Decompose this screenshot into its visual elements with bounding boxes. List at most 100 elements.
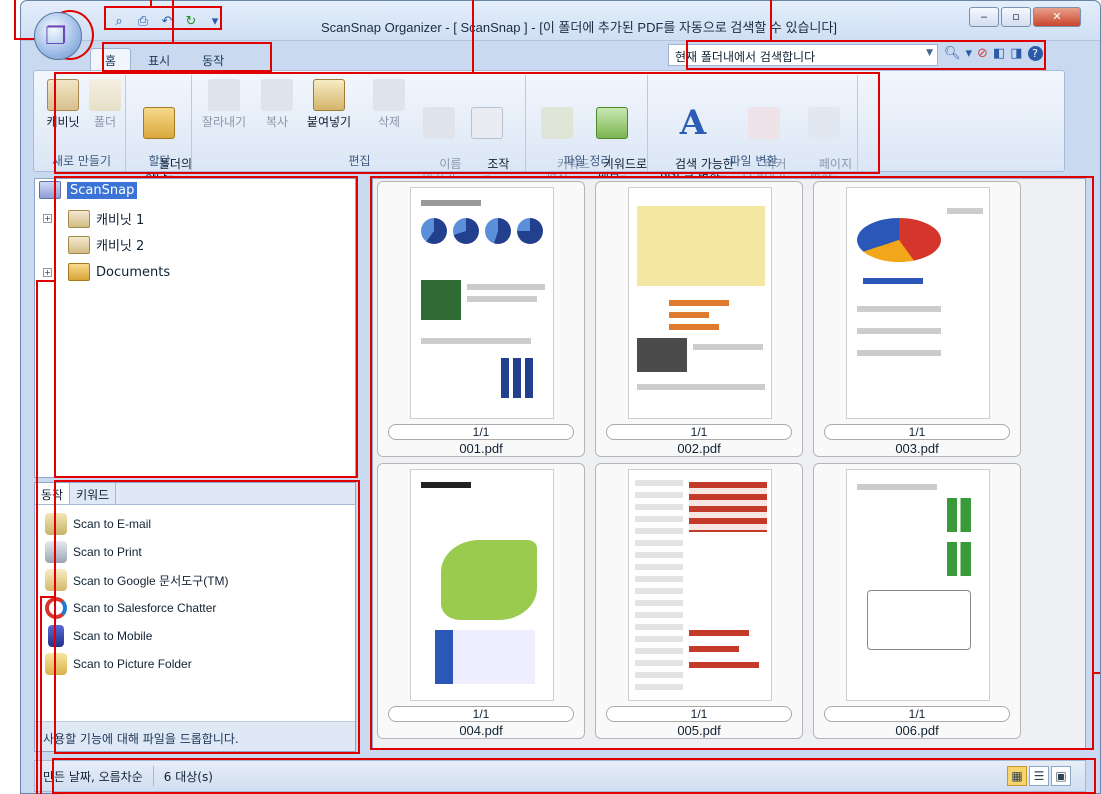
search-doc-icon[interactable]: ⌕ xyxy=(109,13,129,31)
ribbon: 캐비닛 폴더 새로 만들기 폴더의 할당▾ 할당 잘라내기 복사 붙여넣기 xyxy=(33,70,1065,185)
group-label-assign: 할당 xyxy=(148,154,171,168)
file-name: 005.pdf xyxy=(677,723,721,738)
search-options-icon[interactable]: ▾ xyxy=(966,46,973,61)
file-card[interactable]: 1/1 006.pdf xyxy=(813,463,1021,739)
copy-label: 복사 xyxy=(265,115,289,129)
help-icon[interactable]: ? xyxy=(1027,46,1043,61)
file-card[interactable]: 1/1 002.pdf xyxy=(595,181,803,457)
action-tabs: 동작 키워드 xyxy=(35,483,355,505)
status-bar: 만든 날짜, 오름차순 6 대상(s) ▦ ☰ ▣ xyxy=(34,760,1086,792)
mouse-icon xyxy=(471,107,503,139)
folder-icon xyxy=(68,263,90,281)
delete-label: 삭제 xyxy=(377,115,401,129)
tree-item-label: 캐비닛 2 xyxy=(96,239,145,254)
tab-action[interactable]: 동작 xyxy=(187,48,239,70)
new-cabinet-label: 캐비닛 xyxy=(46,115,80,129)
distribute-icon xyxy=(596,107,628,139)
ribbon-tabs: 홈 표시 동작 xyxy=(90,48,239,70)
clear-search-icon[interactable]: ⊘ xyxy=(977,46,988,61)
action-label: Scan to Mobile xyxy=(73,629,153,643)
action-pane: 동작 키워드 Scan to E-mail Scan to Print Scan… xyxy=(34,482,356,752)
title-bar: ⌕ ⎙ ↶ ↻ ▾ ScanSnap Organizer - [ ScanSna… xyxy=(21,1,1100,41)
letter-a-icon: A xyxy=(679,103,707,143)
copy-button[interactable]: 복사 xyxy=(254,79,300,129)
action-label: Scan to E-mail xyxy=(73,517,152,531)
file-name: 004.pdf xyxy=(459,723,503,738)
expand-icon[interactable]: + xyxy=(43,214,52,223)
file-card[interactable]: 1/1 004.pdf xyxy=(377,463,585,739)
tab-action-list[interactable]: 동작 xyxy=(35,483,71,504)
delete-button[interactable]: 삭제 xyxy=(366,79,412,129)
minimize-button[interactable]: ‒ xyxy=(969,7,999,27)
action-label: Scan to Print xyxy=(73,545,142,559)
cabinet-icon xyxy=(47,79,79,111)
file-name: 001.pdf xyxy=(459,441,503,456)
maximize-button[interactable]: ▫ xyxy=(1001,7,1031,27)
action-scan-to-picture-folder[interactable]: Scan to Picture Folder xyxy=(45,653,192,675)
printer-icon xyxy=(45,541,67,563)
detail-view-icon[interactable]: ▣ xyxy=(1051,766,1071,786)
file-card[interactable]: 1/1 001.pdf xyxy=(377,181,585,457)
action-label: Scan to Picture Folder xyxy=(73,657,192,671)
new-folder-label: 폴더 xyxy=(93,115,117,129)
action-label: Scan to Google 문서도구(TM) xyxy=(73,573,229,588)
action-scan-to-mobile[interactable]: Scan to Mobile xyxy=(45,625,152,647)
search-input[interactable]: 현재 폴더내에서 검색합니다 ▼ xyxy=(668,44,938,66)
ribbon-group-organize: 키워드 편집 키워드로 배분▾ 파일 정리 xyxy=(528,75,648,185)
tab-home[interactable]: 홈 xyxy=(90,48,132,70)
next-result-icon[interactable]: ◨ xyxy=(1010,46,1022,61)
cut-icon xyxy=(208,79,240,111)
file-name: 006.pdf xyxy=(895,723,939,738)
application-menu-button[interactable]: ❐ xyxy=(34,12,82,60)
tree-item-label: Documents xyxy=(96,264,171,280)
list-view-icon[interactable]: ☰ xyxy=(1029,766,1049,786)
cut-button[interactable]: 잘라내기 xyxy=(194,79,254,129)
copy-icon xyxy=(261,79,293,111)
thumbnail-view-icon[interactable]: ▦ xyxy=(1007,766,1027,786)
action-pane-hint: 사용할 기능에 대해 파일을 드롭합니다. xyxy=(35,721,355,751)
new-folder-button[interactable]: 폴더 xyxy=(82,79,128,129)
tab-keyword[interactable]: 키워드 xyxy=(70,483,117,504)
paste-button[interactable]: 붙여넣기 xyxy=(298,79,360,129)
close-button[interactable]: ✕ xyxy=(1033,7,1081,27)
tree-item-documents[interactable]: + Documents xyxy=(43,263,170,281)
file-card[interactable]: 1/1 003.pdf xyxy=(813,181,1021,457)
tree-item-scansnap[interactable]: ScanSnap xyxy=(39,181,138,199)
mobile-icon xyxy=(48,625,64,647)
page-thumbnail xyxy=(628,187,772,419)
new-cabinet-button[interactable]: 캐비닛 xyxy=(40,79,86,129)
print-icon[interactable]: ⎙ xyxy=(133,13,153,31)
action-scan-to-email[interactable]: Scan to E-mail xyxy=(45,513,151,535)
merge-icon xyxy=(808,107,840,139)
cabinet-icon xyxy=(68,209,90,228)
file-card[interactable]: 1/1 005.pdf xyxy=(595,463,803,739)
cabinet-icon xyxy=(68,235,90,254)
undo-icon[interactable]: ↶ xyxy=(157,13,177,31)
scansnap-folder-icon xyxy=(39,181,61,199)
chevron-down-icon[interactable]: ▼ xyxy=(926,48,933,58)
action-scan-to-print[interactable]: Scan to Print xyxy=(45,541,142,563)
folder-tree: ScanSnap + 캐비닛 1 캐비닛 2 + Documents xyxy=(34,178,356,478)
page-thumbnail xyxy=(628,469,772,701)
expand-icon[interactable]: + xyxy=(43,267,52,277)
group-label-convert: 파일 변환 xyxy=(729,154,778,168)
ribbon-group-assign: 폴더의 할당▾ 할당 xyxy=(128,75,192,185)
qat-more-button[interactable]: ▾ xyxy=(205,13,225,31)
trash-icon xyxy=(373,79,405,111)
marker-icon xyxy=(748,107,780,139)
page-count: 1/1 xyxy=(824,706,1010,722)
action-scan-to-google-docs[interactable]: Scan to Google 문서도구(TM) xyxy=(45,569,229,591)
action-scan-to-salesforce[interactable]: Scan to Salesforce Chatter xyxy=(45,597,216,619)
keyword-edit-icon xyxy=(541,107,573,139)
file-name: 003.pdf xyxy=(895,441,939,456)
tree-item-cabinet-2[interactable]: 캐비닛 2 xyxy=(68,235,144,254)
view-switcher: ▦ ☰ ▣ xyxy=(1007,766,1071,786)
page-count: 1/1 xyxy=(388,424,574,440)
action-label: Scan to Salesforce Chatter xyxy=(73,601,217,615)
refresh-icon[interactable]: ↻ xyxy=(181,13,201,31)
tree-item-cabinet-1[interactable]: + 캐비닛 1 xyxy=(43,209,144,228)
search-icon[interactable]: 🔍︎ xyxy=(944,46,961,61)
previous-result-icon[interactable]: ◧ xyxy=(993,46,1005,61)
annotation-leader xyxy=(14,0,16,40)
tab-view[interactable]: 표시 xyxy=(133,48,185,70)
